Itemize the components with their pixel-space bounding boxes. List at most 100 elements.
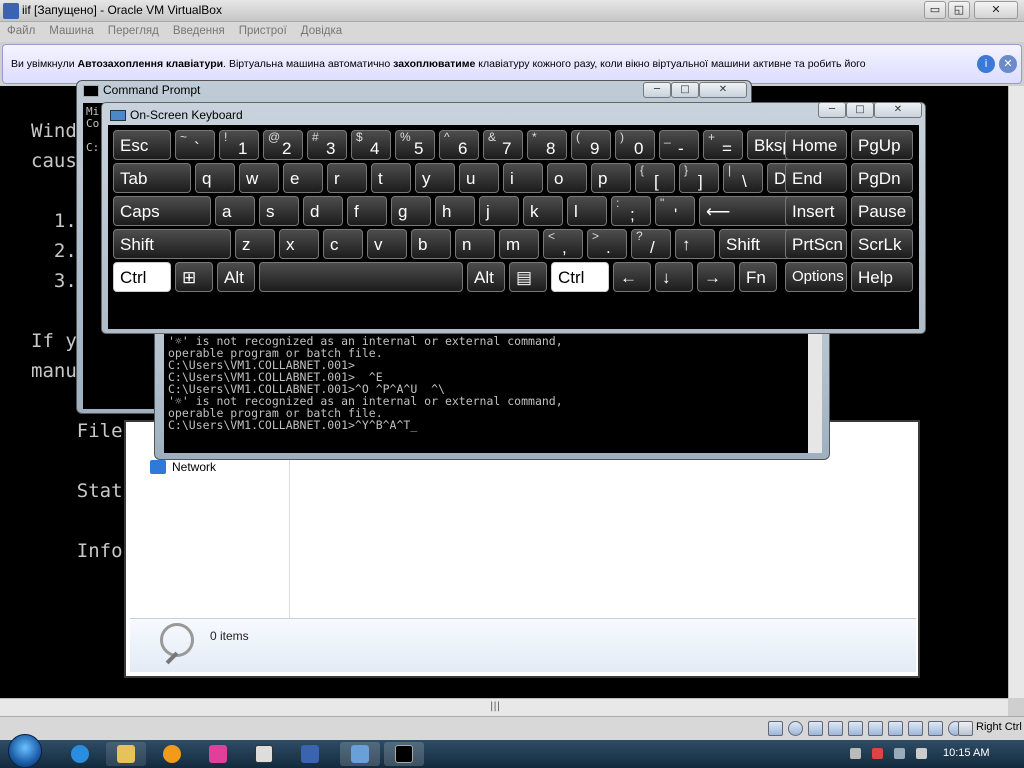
key-[interactable]: + =: [703, 130, 743, 160]
key-w[interactable]: w: [239, 163, 279, 193]
key-3[interactable]: #3: [307, 130, 347, 160]
usb-status-icon[interactable]: [828, 721, 843, 736]
display-icon[interactable]: [868, 721, 883, 736]
key-4[interactable]: $4: [351, 130, 391, 160]
key-scrlk[interactable]: ScrLk: [851, 229, 913, 259]
key-b[interactable]: b: [411, 229, 451, 259]
shared-folders-icon[interactable]: [848, 721, 863, 736]
taskbar-ie[interactable]: [60, 742, 100, 766]
tray-arrow-icon[interactable]: [850, 748, 861, 759]
menu-devices[interactable]: Пристрої: [232, 22, 294, 40]
osk-maximize-button[interactable]: □: [846, 102, 874, 118]
key-caps[interactable]: Caps: [113, 196, 211, 226]
key-pgdn[interactable]: PgDn: [851, 163, 913, 193]
key-p[interactable]: p: [591, 163, 631, 193]
key-6[interactable]: ^ 6: [439, 130, 479, 160]
key-q[interactable]: q: [195, 163, 235, 193]
key-ctrl[interactable]: Ctrl: [551, 262, 609, 292]
key-[interactable]: →: [697, 262, 735, 292]
key-home[interactable]: Home: [785, 130, 847, 160]
cmd-minimize-button[interactable]: ─: [643, 82, 671, 98]
clock[interactable]: 10:15 AM: [943, 747, 989, 759]
key-t[interactable]: t: [371, 163, 411, 193]
key-8[interactable]: * 8: [527, 130, 567, 160]
menu-help[interactable]: Довідка: [294, 22, 349, 40]
key-7[interactable]: & 7: [483, 130, 523, 160]
menu-input[interactable]: Введення: [166, 22, 232, 40]
taskbar-cmd[interactable]: [384, 742, 424, 766]
taskbar-virtualbox[interactable]: [290, 742, 330, 766]
key-c[interactable]: c: [323, 229, 363, 259]
menu-view[interactable]: Перегляд: [101, 22, 166, 40]
key-options[interactable]: Options: [785, 262, 847, 292]
key-help[interactable]: Help: [851, 262, 913, 292]
key-d[interactable]: d: [303, 196, 343, 226]
key-[interactable]: ▤: [509, 262, 547, 292]
horizontal-scrollbar[interactable]: |||: [0, 698, 1008, 716]
key-n[interactable]: n: [455, 229, 495, 259]
key-[interactable]: ←: [613, 262, 651, 292]
key-[interactable]: ⟵: [699, 196, 797, 226]
osk-minimize-button[interactable]: ─: [818, 102, 846, 118]
taskbar-osk[interactable]: [340, 742, 380, 766]
key-v[interactable]: v: [367, 229, 407, 259]
key-[interactable]: :;: [611, 196, 651, 226]
key-j[interactable]: j: [479, 196, 519, 226]
key-x[interactable]: x: [279, 229, 319, 259]
key-[interactable]: >.: [587, 229, 627, 259]
key-y[interactable]: y: [415, 163, 455, 193]
key-0[interactable]: ) 0: [615, 130, 655, 160]
key-shift[interactable]: Shift: [113, 229, 231, 259]
on-screen-keyboard[interactable]: On-Screen Keyboard ─ □ ✕ Esc ~ `! 1 @2 #3 $4% 5 ^ 6…: [101, 102, 926, 334]
key-2[interactable]: @2: [263, 130, 303, 160]
hdd-status-icon[interactable]: [768, 721, 783, 736]
minimize-button[interactable]: ▭: [924, 1, 946, 19]
key-[interactable]: ↑: [675, 229, 715, 259]
key-g[interactable]: g: [391, 196, 431, 226]
scroll-grip[interactable]: |||: [490, 701, 500, 712]
key-z[interactable]: z: [235, 229, 275, 259]
osk-close-button[interactable]: ✕: [874, 102, 922, 118]
key-esc[interactable]: Esc: [113, 130, 171, 160]
tray-volume-icon[interactable]: [916, 748, 927, 759]
key-i[interactable]: i: [503, 163, 543, 193]
key-s[interactable]: s: [259, 196, 299, 226]
key-u[interactable]: u: [459, 163, 499, 193]
key-pause[interactable]: Pause: [851, 196, 913, 226]
key-pgup[interactable]: PgUp: [851, 130, 913, 160]
key-[interactable]: ↓: [655, 262, 693, 292]
cd-status-icon[interactable]: [788, 721, 803, 736]
key-ctrl[interactable]: Ctrl: [113, 262, 171, 292]
network-status-icon[interactable]: [808, 721, 823, 736]
key-[interactable]: " ': [655, 196, 695, 226]
key-[interactable]: <,: [543, 229, 583, 259]
key-alt[interactable]: Alt: [217, 262, 255, 292]
key-r[interactable]: r: [327, 163, 367, 193]
key-m[interactable]: m: [499, 229, 539, 259]
menu-machine[interactable]: Машина: [42, 22, 101, 40]
key-f[interactable]: f: [347, 196, 387, 226]
key-5[interactable]: % 5: [395, 130, 435, 160]
key-insert[interactable]: Insert: [785, 196, 847, 226]
key-[interactable]: | \: [723, 163, 763, 193]
video-capture-icon[interactable]: [888, 721, 903, 736]
key-o[interactable]: o: [547, 163, 587, 193]
key-[interactable]: }]: [679, 163, 719, 193]
cmd-maximize-button[interactable]: □: [671, 82, 699, 98]
key-[interactable]: ? /: [631, 229, 671, 259]
close-button[interactable]: ✕: [974, 1, 1018, 19]
vertical-scrollbar[interactable]: [1008, 86, 1024, 698]
key-space[interactable]: [259, 262, 463, 292]
key-tab[interactable]: Tab: [113, 163, 191, 193]
key-1[interactable]: ! 1: [219, 130, 259, 160]
cmd-close-button[interactable]: ✕: [699, 82, 747, 98]
key-end[interactable]: End: [785, 163, 847, 193]
mouse-integration-icon[interactable]: [928, 721, 943, 736]
taskbar-media-player[interactable]: [152, 742, 192, 766]
network-link[interactable]: Network: [172, 460, 216, 474]
key-alt[interactable]: Alt: [467, 262, 505, 292]
virtualization-icon[interactable]: [908, 721, 923, 736]
tray-network-icon[interactable]: [894, 748, 905, 759]
restore-button[interactable]: ◱: [948, 1, 970, 19]
cmd-console[interactable]: '☼' is not recognized as an internal or …: [164, 333, 808, 453]
